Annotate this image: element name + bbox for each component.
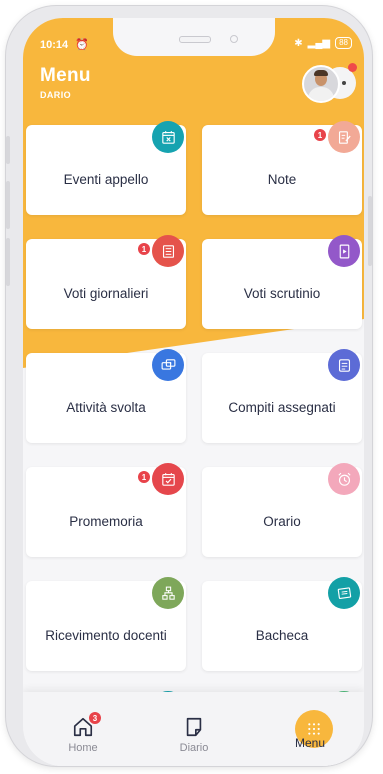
menu-tile-label: Voti giornalieri [63, 286, 149, 301]
profile-switcher[interactable] [302, 63, 358, 103]
note-edit-icon [328, 121, 360, 153]
activity-chat-icon [152, 349, 184, 381]
menu-tile-label: Compiti assegnati [228, 400, 336, 415]
phone-frame: 10:14 ⏰ ✱ ▂▄▆ 88 Menu DARIO Eventi appel… [6, 6, 372, 766]
menu-tile[interactable]: 1 Promemoria [26, 463, 186, 557]
menu-tile-label: Bacheca [255, 628, 309, 643]
menu-tile[interactable]: Orario [202, 463, 362, 557]
tab-home[interactable]: 3 Home [33, 692, 133, 766]
menu-tile[interactable]: Eventi appello [26, 121, 186, 215]
avatar[interactable] [302, 65, 340, 103]
battery-icon: 88 [335, 37, 352, 49]
menu-tile-label: Eventi appello [63, 172, 149, 187]
speaker [179, 36, 211, 43]
menu-tile-label: Promemoria [69, 514, 143, 529]
report-card-icon [328, 235, 360, 267]
menu-tile[interactable]: Attività svolta [26, 349, 186, 443]
menu-tile[interactable]: Ricevimento docenti [26, 577, 186, 671]
notification-dot [348, 63, 357, 72]
homework-icon [328, 349, 360, 381]
menu-tile-label: Orario [263, 514, 301, 529]
tab-diario[interactable]: Diario [144, 692, 244, 766]
tile-badge: 1 [314, 129, 326, 141]
calendar-check-icon [152, 463, 184, 495]
side-button [6, 136, 10, 164]
calendar-x-icon [152, 121, 184, 153]
status-time: 10:14 ⏰ [40, 38, 89, 51]
menu-tile[interactable]: 1 Note [202, 121, 362, 215]
tab-diario-label: Diario [179, 742, 209, 754]
notch [113, 18, 275, 56]
screen: 10:14 ⏰ ✱ ▂▄▆ 88 Menu DARIO Eventi appel… [23, 18, 364, 766]
menu-tile[interactable]: 1 Voti giornalieri [26, 235, 186, 329]
menu-tile-label: Ricevimento docenti [45, 628, 167, 643]
tab-home-label: Home [68, 742, 98, 754]
alarm-status-icon: ⏰ [75, 39, 89, 51]
grade-list-icon [152, 235, 184, 267]
volume-down-button [6, 238, 10, 286]
meeting-icon [152, 577, 184, 609]
tile-badge: 1 [138, 471, 150, 483]
camera [230, 35, 238, 43]
signal-icon: ▂▄▆ [307, 37, 331, 49]
volume-up-button [6, 181, 10, 229]
alarm-clock-icon [328, 463, 360, 495]
menu-tile-label: Note [267, 172, 297, 187]
diary-icon [186, 717, 202, 737]
bluetooth-icon: ✱ [294, 37, 303, 49]
menu-tile-label: Voti scrutinio [243, 286, 321, 301]
tab-bar: 3 Home Diario Menu [23, 692, 364, 766]
board-icon [328, 577, 360, 609]
tab-menu[interactable]: Menu [260, 692, 360, 766]
student-name: DARIO [40, 90, 71, 100]
home-badge: 3 [89, 712, 101, 724]
page-title: Menu [40, 65, 91, 86]
menu-tile[interactable]: Voti scrutinio [202, 235, 362, 329]
tile-badge: 1 [138, 243, 150, 255]
menu-tile[interactable]: Compiti assegnati [202, 349, 362, 443]
status-icons: ✱ ▂▄▆ 88 [294, 37, 352, 49]
menu-tile-label: Attività svolta [66, 400, 146, 415]
status-time-text: 10:14 [40, 39, 69, 51]
power-button [368, 196, 372, 266]
menu-tile[interactable]: Bacheca [202, 577, 362, 671]
tab-menu-label: Menu [294, 736, 326, 750]
